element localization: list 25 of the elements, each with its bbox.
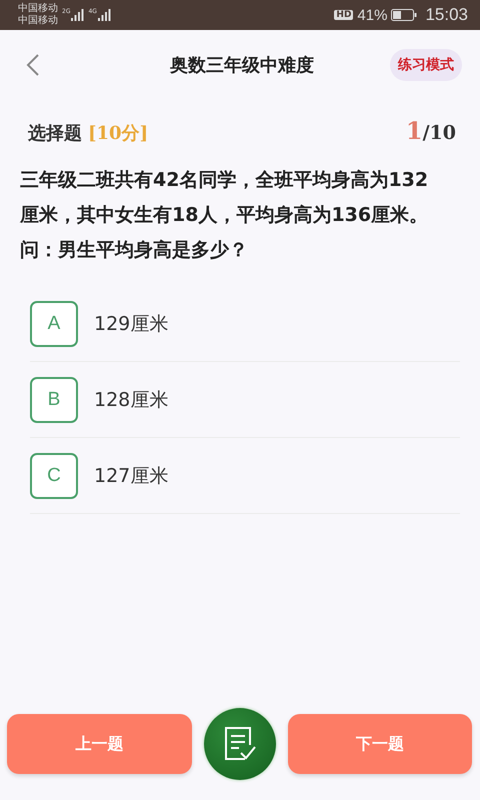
battery-icon	[391, 9, 418, 21]
carrier-name: 中国移动	[18, 15, 58, 27]
next-button[interactable]: 下一题	[288, 714, 472, 774]
question-text: 三年级二班共有42名同学，全班平均身高为132厘米，其中女生有18人，平均身高为136厘米。问：男生平均身高是多少？	[20, 168, 430, 263]
carrier-name: 中国移动	[18, 3, 58, 14]
option-text: 127厘米	[94, 464, 168, 488]
current-number: 1	[406, 116, 423, 145]
mode-badge: 练习模式	[390, 49, 462, 81]
clock: 15:03	[425, 5, 468, 25]
signal-icon	[71, 9, 84, 21]
page-title: 奥数三年级中难度	[170, 54, 314, 77]
answer-sheet-button[interactable]	[204, 708, 276, 780]
option-letter-button[interactable]: C	[30, 452, 78, 498]
option-text: 129厘米	[94, 312, 168, 336]
checklist-icon	[222, 725, 256, 763]
signal-icon	[98, 9, 111, 21]
option-letter-button[interactable]: B	[30, 376, 78, 422]
question-score: [10分]	[88, 122, 148, 145]
question-type: 选择题	[28, 122, 82, 145]
hd-badge: HD	[334, 10, 354, 20]
battery-percent: 41%	[357, 6, 388, 24]
total-count: /10	[422, 122, 456, 144]
option-letter-button[interactable]: A	[30, 300, 78, 346]
option-text: 128厘米	[94, 388, 168, 412]
previous-button[interactable]: 上一题	[7, 714, 192, 774]
